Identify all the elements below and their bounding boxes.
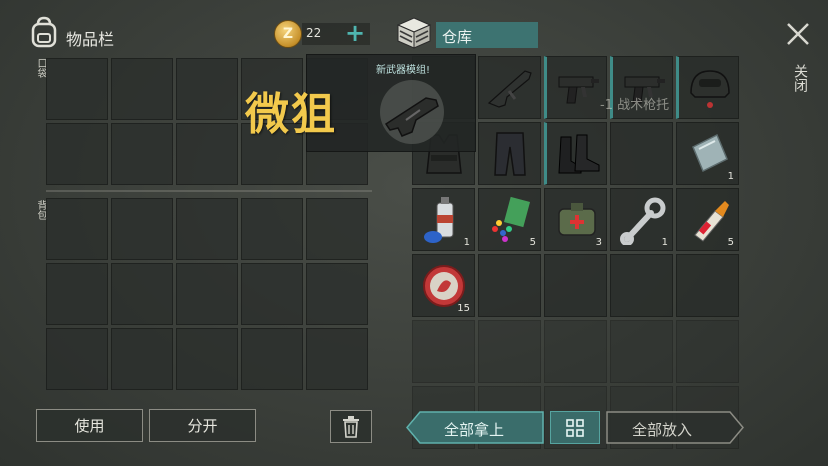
spray-can-icon [424,197,454,243]
item-quantity: 5 [727,237,734,248]
delete-button[interactable] [330,410,372,443]
storage-slot-empty[interactable] [610,254,673,317]
backpack-slot[interactable] [306,198,368,260]
pocket-slot[interactable] [46,123,108,185]
backpack-slot[interactable] [241,198,303,260]
backpack-slot[interactable] [111,198,173,260]
helmet-icon [690,70,730,108]
rifle-icon [487,70,532,108]
close-icon[interactable] [784,20,812,48]
backpack-slot[interactable] [241,328,303,390]
storage-slot-empty[interactable] [676,254,739,317]
add-coins-button[interactable]: + [345,19,365,47]
glue-icon [694,201,729,242]
pants-icon [494,132,526,176]
boots-icon [558,134,600,174]
rifle-stock-icon [380,80,444,144]
take-all-label: 全部拿上 [444,421,505,439]
backpack-slot[interactable] [46,198,108,260]
pocket-slot[interactable] [111,123,173,185]
storage-slot-empty[interactable] [544,320,607,383]
smg-icon [558,76,599,104]
storage-slot[interactable] [478,122,541,185]
storage-slot[interactable] [478,56,541,119]
pills-icon [492,196,531,242]
storage-box-icon [396,17,432,49]
storage-slot[interactable]: 3 [544,188,607,251]
popup-title: 新武器模组! [376,65,431,76]
item-quantity: 15 [457,303,470,314]
storage-slot-empty[interactable] [478,320,541,383]
storage-slot-empty[interactable] [544,254,607,317]
metal-plate-icon [692,133,728,173]
grid-icon [566,418,584,437]
backpack-slot[interactable] [241,263,303,325]
backpack-slot[interactable] [46,328,108,390]
storage-slot-empty[interactable] [610,122,673,185]
storage-slot[interactable]: 5 [676,188,739,251]
trash-icon [343,415,359,438]
backpack-slot[interactable] [176,263,238,325]
close-label[interactable]: 关闭 [790,64,810,92]
backpack-slot[interactable] [306,328,368,390]
item-quantity: 1 [661,237,668,248]
use-button[interactable]: 使用 [36,409,143,442]
backpack-icon [31,16,57,48]
mod-effect-text: -1 战术枪托 [600,98,670,113]
storage-slot[interactable]: 1 [412,188,475,251]
medkit-icon [558,203,596,236]
storage-slot-empty[interactable] [412,320,475,383]
pocket-slot[interactable] [176,123,238,185]
coin-count: 22 [306,26,322,40]
storage-slot[interactable] [544,122,607,185]
storage-slot[interactable]: 5 [478,188,541,251]
storage-slot[interactable] [676,56,739,119]
inventory-title: 物品栏 [66,30,115,49]
storage-slot-empty[interactable] [478,254,541,317]
pocket-slot[interactable] [46,58,108,120]
backpack-slot[interactable] [176,198,238,260]
item-quantity: 3 [595,237,602,248]
item-quantity: 5 [529,237,536,248]
storage-slot-empty[interactable] [610,320,673,383]
inventory-divider [46,190,372,192]
mod-name-overlay: 微狙 [245,89,337,140]
wrench-icon [620,197,666,245]
zcoin-icon: Z [274,20,302,48]
storage-slot[interactable]: 15 [412,254,475,317]
put-all-label: 全部放入 [632,421,693,439]
item-quantity: 1 [463,237,470,248]
backpack-slot[interactable] [111,328,173,390]
split-button[interactable]: 分开 [149,409,256,442]
backpack-slot[interactable] [306,263,368,325]
storage-slot[interactable]: 1 [610,188,673,251]
pocket-slot[interactable] [176,58,238,120]
storage-title: 仓库 [442,28,473,46]
backpack-slot[interactable] [111,263,173,325]
sort-button[interactable] [550,411,600,444]
backpack-slot[interactable] [46,263,108,325]
pocket-slot[interactable] [111,58,173,120]
backpack-slot[interactable] [176,328,238,390]
storage-slot[interactable]: 1 [676,122,739,185]
item-quantity: 1 [727,171,734,182]
storage-slot[interactable] [544,56,607,119]
storage-slot-empty[interactable] [676,320,739,383]
